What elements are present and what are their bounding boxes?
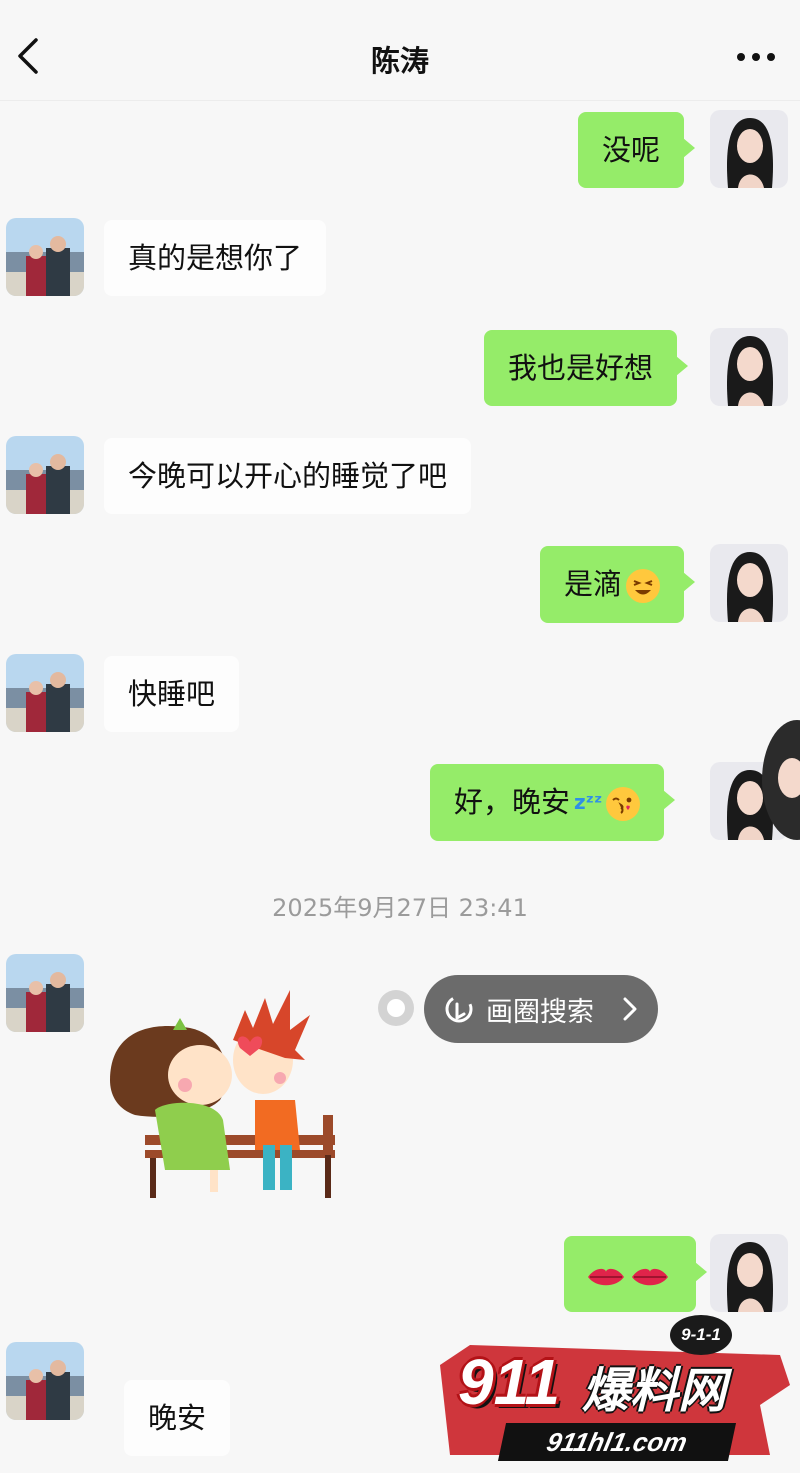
incoming-message[interactable]: 真的是想你了 (104, 220, 327, 296)
message-timestamp: 2025年9月27日 23:41 (272, 894, 528, 922)
incoming-message[interactable]: 快睡吧 (104, 656, 240, 732)
watermark-name: 爆料网 (582, 1363, 727, 1419)
contact-avatar[interactable] (6, 436, 84, 514)
my-avatar[interactable] (710, 544, 788, 622)
chat-title: 陈涛 (370, 44, 429, 78)
outgoing-message[interactable] (564, 1236, 707, 1312)
message-text: 晚安 (148, 1401, 207, 1435)
contact-avatar[interactable] (6, 1342, 84, 1420)
my-avatar[interactable] (710, 110, 788, 188)
message-text: 我也是好想 (508, 351, 654, 385)
watermark-badge: 9-1-1 (670, 1315, 732, 1355)
contact-avatar[interactable] (6, 954, 84, 1032)
lips-emoji (586, 1262, 670, 1298)
kissing-couple-sticker[interactable] (105, 980, 350, 1200)
message-text: 没呢 (602, 133, 661, 167)
circle-search-button[interactable]: 画圈搜索 (424, 975, 658, 1043)
contact-avatar[interactable] (6, 218, 84, 296)
zzz-icon: zᶻᶻ (574, 790, 603, 814)
message-text: 快睡吧 (128, 677, 216, 711)
message-text: 好，晚安 (454, 785, 571, 819)
outgoing-message[interactable]: 是滴 (540, 546, 696, 623)
outgoing-message[interactable]: 我也是好想 (484, 330, 689, 406)
chat-header: 陈涛 (0, 0, 800, 101)
watermark-url: 911hl1.com (497, 1423, 737, 1461)
message-text: 真的是想你了 (128, 241, 303, 275)
grinning-squint-emoji (626, 569, 661, 603)
watermark-number: 911 (458, 1346, 561, 1418)
more-dots-icon[interactable] (736, 48, 776, 66)
watermark-logo: 9-1-1 911 爆料网 911hl1.com (430, 1305, 800, 1473)
kissing-face-emoji (606, 787, 641, 821)
my-avatar[interactable] (710, 1234, 788, 1312)
message-text: 是滴 (564, 567, 623, 601)
contact-avatar[interactable] (6, 654, 84, 732)
outgoing-message[interactable]: 没呢 (578, 112, 696, 188)
circle-search-label: 画圈搜索 (486, 997, 594, 1028)
selection-handle[interactable] (378, 990, 414, 1026)
my-avatar[interactable] (710, 328, 788, 406)
incoming-message[interactable]: 今晚可以开心的睡觉了吧 (104, 438, 472, 514)
chevron-right-icon (622, 996, 638, 1026)
incoming-message[interactable]: 晚安 (124, 1380, 231, 1456)
outgoing-message[interactable]: 好，晚安 zᶻᶻ (430, 764, 676, 841)
circle-gesture-icon (442, 992, 476, 1030)
message-text: 今晚可以开心的睡觉了吧 (128, 459, 448, 493)
